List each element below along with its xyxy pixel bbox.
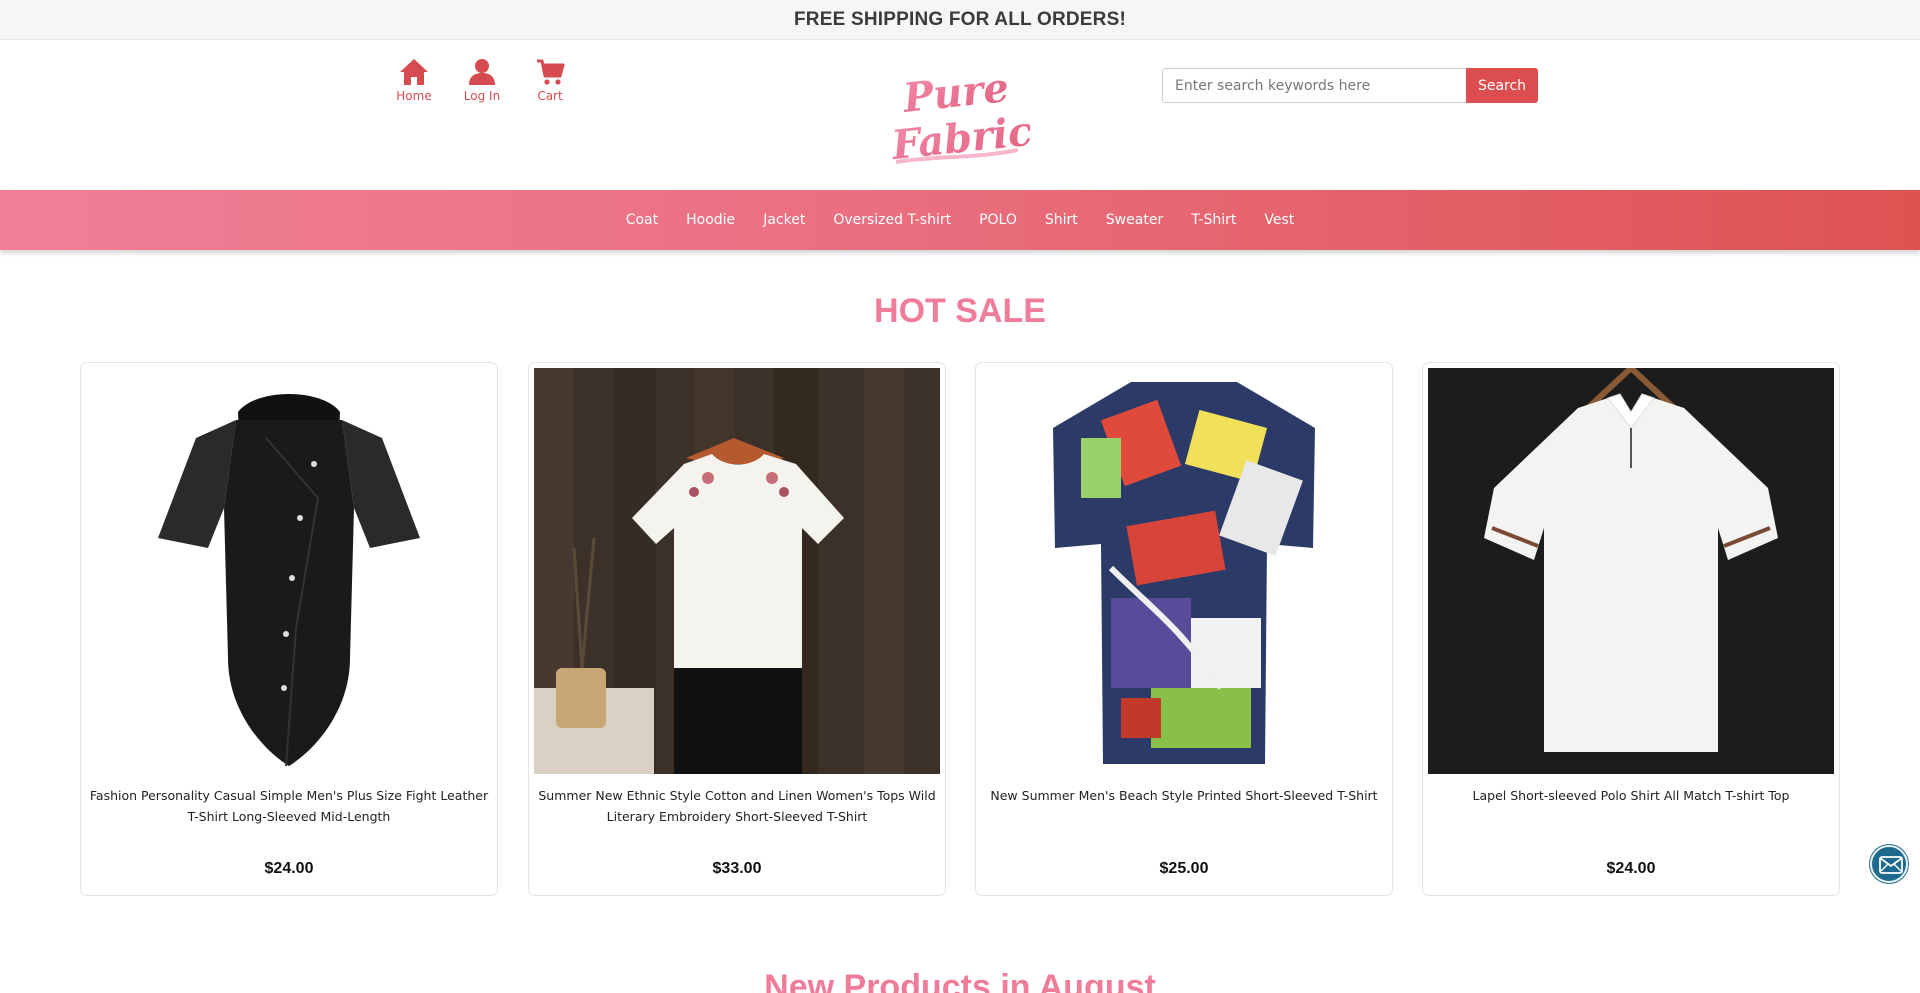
category-coat[interactable]: Coat <box>626 190 658 250</box>
category-oversized-t-shirt[interactable]: Oversized T-shirt <box>833 190 951 250</box>
nav-login-label: Log In <box>463 89 501 103</box>
site-header: Home Log In Cart Pure Fabric Enter searc… <box>0 40 1920 190</box>
contact-mail-button[interactable] <box>1870 845 1908 883</box>
category-nav: Coat Hoodie Jacket Oversized T-shirt POL… <box>0 190 1920 250</box>
home-icon <box>400 59 428 85</box>
product-name[interactable]: Lapel Short-sleeved Polo Shirt All Match… <box>1431 785 1831 806</box>
product-card[interactable]: Fashion Personality Casual Simple Men's … <box>80 362 498 896</box>
nav-login[interactable]: Log In <box>448 58 516 103</box>
product-price: $24.00 <box>1606 860 1656 877</box>
category-t-shirt[interactable]: T-Shirt <box>1191 190 1236 250</box>
search-button[interactable]: Search <box>1466 68 1538 103</box>
category-sweater[interactable]: Sweater <box>1106 190 1163 250</box>
hot-sale-title: HOT SALE <box>874 292 1046 330</box>
product-name[interactable]: Summer New Ethnic Style Cotton and Linen… <box>537 785 937 827</box>
product-image[interactable] <box>534 368 940 774</box>
cart-icon <box>537 59 565 85</box>
product-card[interactable]: Summer New Ethnic Style Cotton and Linen… <box>528 362 946 896</box>
product-card[interactable]: New Summer Men's Beach Style Printed Sho… <box>975 362 1393 896</box>
product-image[interactable] <box>86 368 492 774</box>
announcement-bar: FREE SHIPPING FOR ALL ORDERS! <box>0 0 1920 40</box>
product-image[interactable] <box>981 368 1387 774</box>
category-polo[interactable]: POLO <box>979 190 1017 250</box>
nav-cart[interactable]: Cart <box>516 58 584 103</box>
announcement-text: FREE SHIPPING FOR ALL ORDERS! <box>794 9 1126 30</box>
product-name[interactable]: Fashion Personality Casual Simple Men's … <box>89 785 489 827</box>
mail-icon <box>1879 856 1903 874</box>
product-price: $25.00 <box>1159 860 1209 877</box>
product-card[interactable]: Lapel Short-sleeved Polo Shirt All Match… <box>1422 362 1840 896</box>
product-image[interactable] <box>1428 368 1834 774</box>
product-price: $33.00 <box>712 860 762 877</box>
category-hoodie[interactable]: Hoodie <box>686 190 735 250</box>
category-shirt[interactable]: Shirt <box>1045 190 1078 250</box>
nav-home-label: Home <box>396 89 432 103</box>
product-price: $24.00 <box>264 860 314 877</box>
hot-sale-grid: Fashion Personality Casual Simple Men's … <box>80 362 1840 896</box>
nav-home[interactable]: Home <box>380 58 448 103</box>
category-vest[interactable]: Vest <box>1264 190 1294 250</box>
product-name[interactable]: New Summer Men's Beach Style Printed Sho… <box>984 785 1384 806</box>
category-jacket[interactable]: Jacket <box>763 190 805 250</box>
new-products-title: New Products in August <box>764 968 1156 993</box>
search-form: Search <box>1162 68 1538 103</box>
pure-fabric-logo: Pure Fabric <box>889 64 1035 169</box>
header-nav: Home Log In Cart <box>380 58 584 103</box>
user-icon <box>469 59 495 85</box>
search-input[interactable] <box>1162 68 1466 103</box>
nav-cart-label: Cart <box>537 89 563 103</box>
site-logo[interactable]: Pure Fabric <box>882 62 1035 170</box>
